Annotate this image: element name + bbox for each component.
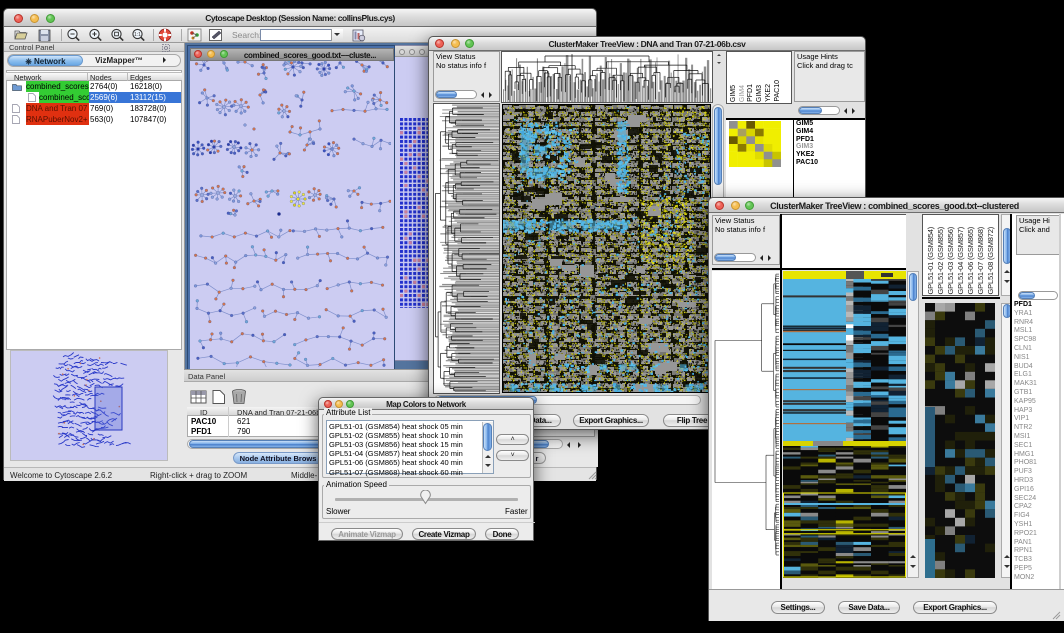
svg-text:1:1: 1:1 <box>134 32 141 38</box>
